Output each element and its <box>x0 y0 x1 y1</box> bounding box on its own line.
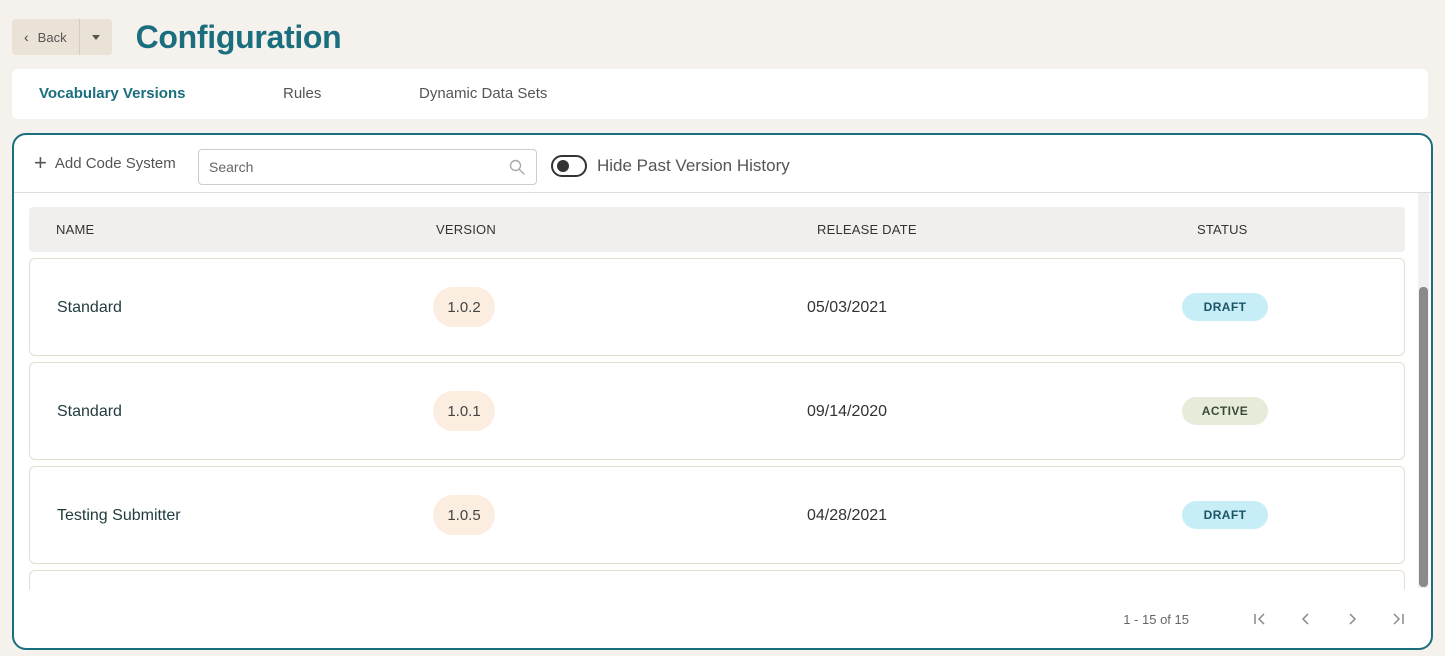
plus-icon: + <box>34 150 47 175</box>
table-header: NAME VERSION RELEASE DATE STATUS <box>29 207 1405 252</box>
pagination-summary: 1 - 15 of 15 <box>1123 611 1189 627</box>
hide-past-version-toggle-group: Hide Past Version History <box>551 155 790 177</box>
status-badge: ACTIVE <box>1182 397 1268 425</box>
tab-dynamic-data-sets[interactable]: Dynamic Data Sets <box>419 85 547 102</box>
toggle-knob <box>557 160 569 172</box>
version-badge: 1.0.1 <box>433 391 495 431</box>
scrollbar-thumb[interactable] <box>1419 287 1428 587</box>
chevron-left-icon[interactable] <box>1295 608 1317 630</box>
chevron-down-icon <box>91 34 100 40</box>
page-title: Configuration <box>135 18 342 55</box>
tab-bar: Vocabulary Versions Rules Dynamic Data S… <box>12 69 1428 119</box>
table-row[interactable] <box>29 570 1405 590</box>
table-row[interactable]: Standard 1.0.1 09/14/2020 ACTIVE <box>29 362 1405 460</box>
vocabulary-versions-panel: + Add Code System Hide Past Version Hist… <box>12 133 1433 650</box>
last-page-icon[interactable] <box>1387 608 1409 630</box>
vertical-scrollbar[interactable] <box>1418 193 1429 588</box>
hide-past-version-label: Hide Past Version History <box>597 156 790 175</box>
column-header-status[interactable]: STATUS <box>1197 222 1248 237</box>
release-date: 09/14/2020 <box>807 403 888 420</box>
row-name: Standard <box>57 403 122 420</box>
status-badge: DRAFT <box>1182 501 1268 529</box>
hide-past-version-toggle[interactable] <box>551 155 587 177</box>
first-page-icon[interactable] <box>1249 608 1271 630</box>
tab-vocabulary-versions[interactable]: Vocabulary Versions <box>39 85 185 102</box>
column-header-name[interactable]: NAME <box>56 222 94 237</box>
chevron-left-icon: ‹ <box>24 29 29 45</box>
toolbar: + Add Code System Hide Past Version Hist… <box>14 135 1431 193</box>
back-label: Back <box>37 29 67 45</box>
add-code-system-label: Add Code System <box>54 154 176 172</box>
search-input[interactable] <box>209 159 508 175</box>
back-dropdown-button[interactable] <box>80 19 112 55</box>
column-header-release-date[interactable]: RELEASE DATE <box>817 222 917 237</box>
column-header-version[interactable]: VERSION <box>436 222 496 237</box>
add-code-system-button[interactable]: + Add Code System <box>34 150 176 175</box>
back-button[interactable]: ‹ Back <box>12 19 79 55</box>
row-name: Standard <box>57 299 122 316</box>
status-badge: DRAFT <box>1182 293 1268 321</box>
release-date: 04/28/2021 <box>807 507 888 524</box>
chevron-right-icon[interactable] <box>1341 608 1363 630</box>
table-row[interactable]: Standard 1.0.2 05/03/2021 DRAFT <box>29 258 1405 356</box>
version-badge: 1.0.2 <box>433 287 495 327</box>
version-badge: 1.0.5 <box>433 495 495 535</box>
search-box <box>198 149 537 185</box>
page-header: ‹ Back Configuration <box>12 18 342 55</box>
release-date: 05/03/2021 <box>807 299 888 316</box>
search-icon <box>509 159 525 175</box>
tab-rules[interactable]: Rules <box>283 85 321 102</box>
row-name: Testing Submitter <box>57 507 181 524</box>
pagination: 1 - 15 of 15 <box>1123 608 1409 630</box>
back-button-group: ‹ Back <box>12 19 112 55</box>
table-row[interactable]: Testing Submitter 1.0.5 04/28/2021 DRAFT <box>29 466 1405 564</box>
